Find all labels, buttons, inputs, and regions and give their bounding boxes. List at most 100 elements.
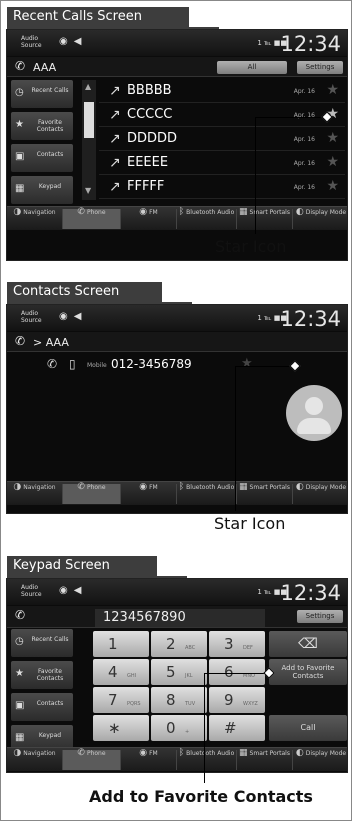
bottom-phone[interactable]: ✆ Phone [63,207,121,229]
keypad-screen: Audio Source ◉◀ 1 ℡ ■■ 12:34 ✆ Settings 1… [6,578,348,773]
key-star[interactable]: ∗ [93,715,149,741]
dialed-number[interactable]: 1234567890 [95,609,265,627]
navigation-icon: ◑ [13,748,22,758]
callout-line [235,366,295,367]
star-icon[interactable]: ★ [241,356,253,371]
bottom-smart-portals[interactable]: ▦ Smart Portals [237,748,293,770]
contact-avatar [286,385,342,441]
outgoing-call-icon: ↗ [109,179,121,195]
bluetooth-icon: ᛒ [178,748,185,758]
callout-line [235,366,236,511]
section-label-contacts: Contacts Screen [7,282,192,304]
audio-source-button[interactable]: Audio Source [21,35,42,49]
nav-favorite-contacts[interactable]: ★ Favorite Contacts [11,112,73,140]
key-1[interactable]: 1 [93,631,149,657]
display-mode-icon: ◐ [295,207,304,217]
scroll-up-icon[interactable]: ▲ [85,82,91,91]
clock: 12:34 [280,581,341,605]
bottom-fm[interactable]: ◉ FM [121,207,177,229]
call-row[interactable]: ↗ DDDDD Apr. 16 ★ [99,128,345,151]
bottom-display-mode[interactable]: ◐ Display Mode [293,207,347,229]
settings-button[interactable]: Settings [297,61,343,74]
display-mode-icon: ◐ [295,482,304,492]
star-icon[interactable]: ★ [326,130,339,146]
key-8[interactable]: 8 TUV [151,687,207,713]
bottom-smart-portals[interactable]: ▦ Smart Portals [237,482,293,504]
key-6[interactable]: 6 MNO [209,659,265,685]
bottom-navigation[interactable]: ◑ Navigation [7,748,63,770]
bottom-fm[interactable]: ◉ FM [121,483,177,504]
navigation-icon: ◑ [13,482,22,492]
nav-recent-calls[interactable]: ◷ Recent Calls [11,80,73,108]
nav-contacts[interactable]: ▣ Contacts [11,144,73,172]
mobile-phone-icon: ▯ [69,357,76,371]
bottom-bluetooth[interactable]: ᛒ Bluetooth Audio [177,483,237,504]
add-to-favorite-contacts-button[interactable]: Add to Favorite Contacts [269,659,347,685]
audio-source-button[interactable]: Audio Source [21,584,42,598]
header-title: > AAA [33,336,69,349]
scroll-thumb[interactable] [84,102,94,138]
contacts-icon: ▣ [15,151,25,162]
radio-icon: ◉ [139,207,148,217]
call-button[interactable]: Call [269,715,347,741]
bottom-fm[interactable]: ◉ FM [121,749,177,770]
navigation-icon: ◑ [13,207,22,217]
keypad-icon: ▦ [15,183,25,194]
bottom-bluetooth[interactable]: ᛒ Bluetooth Audio [177,208,237,229]
star-icon[interactable]: ★ [326,154,339,170]
bottom-phone[interactable]: ✆ Phone [63,483,121,504]
phone-icon: ✆ [77,207,85,217]
callout-line [255,117,327,118]
clock-icon: ◷ [15,87,24,98]
nav-contacts[interactable]: ▣ Contacts [11,693,73,721]
star-icon[interactable]: ★ [326,178,339,194]
smart-portals-icon: ▦ [239,482,248,492]
bottom-navigation[interactable]: ◑ Navigation [7,482,63,504]
call-row[interactable]: ↗ FFFFF Apr. 16 ★ [99,176,345,199]
settings-button[interactable]: Settings [297,610,343,623]
key-3[interactable]: 3 DEF [209,631,265,657]
smart-portals-icon: ▦ [239,748,248,758]
call-row[interactable]: ↗ BBBBB Apr. 16 ★ [99,80,345,103]
clock: 12:34 [280,32,341,56]
left-nav: ◷ Recent Calls ★ Favorite Contacts ▣ Contac… [7,629,77,759]
star-icon: ★ [15,119,24,130]
status-icons: ◉◀ [59,585,88,596]
star-icon[interactable]: ★ [326,82,339,98]
key-5[interactable]: 5 JKL [151,659,207,685]
section-label-keypad: Keypad Screen [7,556,187,578]
bottom-smart-portals[interactable]: ▦ Smart Portals [237,207,293,229]
bottom-navigation[interactable]: ◑ Navigation [7,207,63,229]
audio-source-button[interactable]: Audio Source [21,310,42,324]
bottom-display-mode[interactable]: ◐ Display Mode [293,482,347,504]
scroll-down-icon[interactable]: ▼ [85,186,91,195]
key-0[interactable]: 0 + [151,715,207,741]
key-hash[interactable]: # [209,715,265,741]
status-bar: Audio Source ◉◀ 1 ℡ ■■ 12:34 [7,30,347,56]
smart-portals-icon: ▦ [239,207,248,217]
contacts-screen: Audio Source ◉◀ 1 ℡ ■■ 12:34 ✆ > AAA ✆ ▯ … [6,304,348,514]
contact-number-row[interactable]: ✆ ▯ Mobile 012-3456789 ★ [47,356,257,377]
phone-icon: ✆ [15,59,26,73]
key-2[interactable]: 2 ABC [151,631,207,657]
bottom-phone[interactable]: ✆ Phone [63,749,121,770]
status-icons: ◉◀ [59,311,88,322]
call-row[interactable]: ↗ EEEEE Apr. 16 ★ [99,152,345,175]
callout-label: Star Icon [215,237,287,256]
outgoing-call-icon: ↗ [109,83,121,99]
key-4[interactable]: 4 GHI [93,659,149,685]
nav-favorite-contacts[interactable]: ★ Favorite Contacts [11,661,73,689]
call-row[interactable]: ↗ CCCCC Apr. 16 ★ [99,104,345,127]
nav-keypad[interactable]: ▦ Keypad [11,176,73,204]
backspace-button[interactable]: ⌫ [269,631,347,657]
page-frame: Recent Calls Screen Audio Source ◉◀ 1 ℡ ■… [0,0,352,821]
all-button[interactable]: All [217,61,287,74]
phone-icon: ✆ [47,357,58,371]
scrollbar[interactable]: ▲ ▼ [82,80,96,200]
nav-recent-calls[interactable]: ◷ Recent Calls [11,629,73,657]
bottom-bluetooth[interactable]: ᛒ Bluetooth Audio [177,748,237,770]
bottom-display-mode[interactable]: ◐ Display Mode [293,749,347,770]
outgoing-call-icon: ↗ [109,107,121,123]
key-9[interactable]: 9 WXYZ [209,687,265,713]
key-7[interactable]: 7 PQRS [93,687,149,713]
